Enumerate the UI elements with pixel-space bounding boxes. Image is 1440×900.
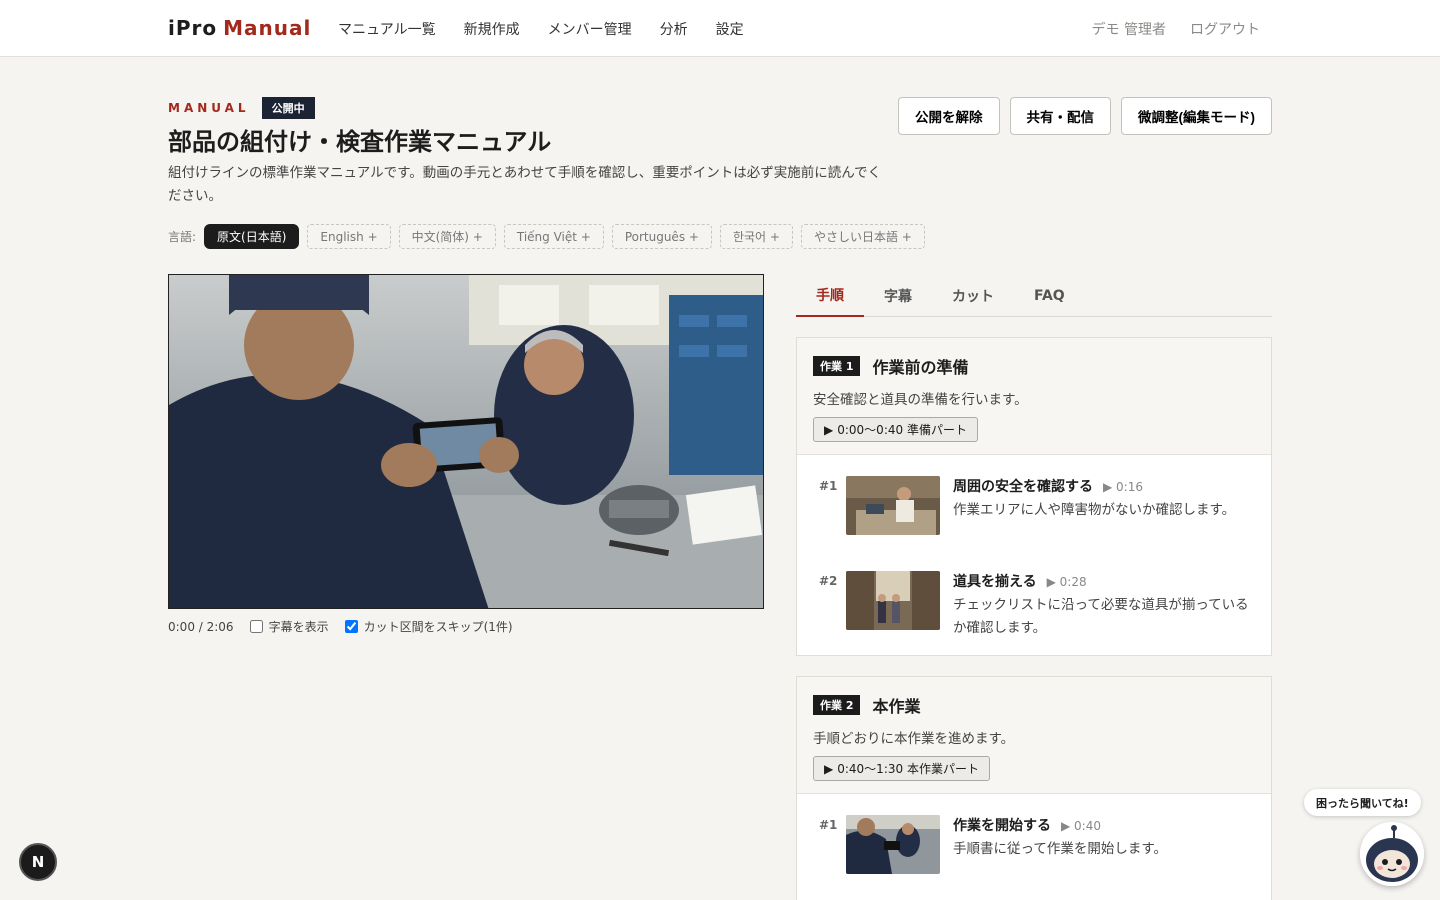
task-badge: 作業 2 — [813, 695, 861, 715]
skip-cut-checkbox[interactable] — [344, 620, 358, 633]
task-description: 手順どおりに本作業を進めます。 — [813, 731, 1015, 747]
video-frame-image — [169, 275, 763, 608]
eyebrow-label: MANUAL — [168, 101, 250, 115]
part-label: 0:00〜0:40 準備パート — [837, 423, 967, 437]
nav-settings[interactable]: 設定 — [716, 19, 744, 39]
dev-indicator[interactable]: N — [19, 843, 57, 881]
eyebrow: MANUAL 公開中 — [168, 97, 315, 119]
skip-cut-label: カット区間をスキップ(1件) — [363, 620, 513, 634]
task-name: 本作業 — [872, 697, 921, 716]
step-timestamp[interactable]: ▶ 0:40 — [1061, 819, 1101, 833]
nav-analytics[interactable]: 分析 — [660, 19, 688, 39]
status-badge: 公開中 — [261, 97, 315, 119]
lang-easy-japanese[interactable]: やさしい日本語 + — [800, 224, 925, 249]
step-thumbnail[interactable] — [846, 476, 940, 535]
play-part-button[interactable]: ▶ 0:00〜0:40 準備パート — [813, 417, 978, 442]
language-label: 言語: — [168, 230, 197, 244]
unpublish-button[interactable]: 公開を解除 — [898, 97, 1000, 135]
task-section-header: 作業 1 作業前の準備 安全確認と道具の準備を行います。 ▶ 0:00〜0:40… — [797, 338, 1271, 455]
lang-vietnamese[interactable]: Tiếng Việt + — [503, 224, 604, 249]
subtitle-toggle[interactable]: 字幕を表示 — [249, 618, 329, 635]
step-thumbnail[interactable] — [846, 815, 940, 874]
video-controls: 0:00 / 2:06 字幕を表示 カット区間をスキップ(1件) — [168, 618, 513, 635]
logo[interactable]: iPro Manual — [168, 16, 311, 40]
logo-text-accent: Manual — [223, 16, 312, 40]
action-buttons: 公開を解除 共有・配信 微調整(編集モード) — [898, 97, 1272, 135]
tab-subtitles[interactable]: 字幕 — [864, 274, 932, 317]
logout-link[interactable]: ログアウト — [1190, 19, 1260, 39]
play-icon: ▶ — [1061, 819, 1075, 833]
step-title: 作業を開始する — [953, 818, 1051, 834]
part-label: 0:40〜1:30 本作業パート — [837, 762, 979, 776]
step-timestamp[interactable]: ▶ 0:16 — [1103, 480, 1143, 494]
step-number: #1 — [819, 818, 838, 832]
page-description: 組付けラインの標準作業マニュアルです。動画の手元とあわせて手順を確認し、重要ポイ… — [168, 165, 882, 204]
step-timestamp[interactable]: ▶ 0:28 — [1047, 575, 1087, 589]
step-description: 作業エリアに人や障害物がないか確認します。 — [953, 502, 1236, 518]
video-player[interactable] — [168, 274, 764, 609]
play-icon: ▶ — [1103, 480, 1117, 494]
play-part-button[interactable]: ▶ 0:40〜1:30 本作業パート — [813, 756, 990, 781]
robot-icon — [1360, 822, 1424, 886]
step-description: 手順書に従って作業を開始します。 — [953, 841, 1167, 857]
step-time: 0:40 — [1074, 819, 1101, 833]
task-section: 作業 2 本作業 手順どおりに本作業を進めます。 ▶ 0:40〜1:30 本作業… — [796, 676, 1272, 900]
user-nav: デモ 管理者 ログアウト — [1092, 19, 1260, 39]
tab-cuts[interactable]: カット — [932, 274, 1014, 317]
task-name: 作業前の準備 — [872, 358, 969, 377]
content-tabs: 手順 字幕 カット FAQ — [796, 274, 1272, 317]
share-button[interactable]: 共有・配信 — [1009, 97, 1111, 135]
step-time: 0:28 — [1059, 575, 1087, 589]
lang-portuguese[interactable]: Português + — [611, 224, 712, 249]
step-item[interactable]: #2 道具を揃える ▶ 0:28 チェックリストに沿って必要な道具が揃っているか… — [797, 550, 1271, 645]
subtitle-checkbox[interactable] — [249, 620, 263, 633]
step-number: #2 — [819, 574, 838, 588]
lang-original[interactable]: 原文(日本語) — [204, 224, 300, 249]
language-selector: 言語: 原文(日本語) English + 中文(简体) + Tiếng Việ… — [168, 224, 925, 249]
step-item[interactable]: #1 周囲の安全を確認する ▶ 0:16 作業エリアに人や障害物がないか確認しま… — [797, 455, 1271, 550]
task-badge: 作業 1 — [813, 356, 861, 376]
subtitle-label: 字幕を表示 — [268, 620, 329, 634]
nav-manual-list[interactable]: マニュアル一覧 — [338, 19, 436, 39]
step-title: 周囲の安全を確認する — [953, 479, 1093, 495]
task-section: 作業 1 作業前の準備 安全確認と道具の準備を行います。 ▶ 0:00〜0:40… — [796, 337, 1272, 656]
logo-text: iPro — [168, 16, 218, 40]
play-icon: ▶ — [1046, 575, 1060, 589]
nav-members[interactable]: メンバー管理 — [548, 19, 632, 39]
step-item[interactable]: #1 作業を開始する ▶ 0:40 手順書に従って作業を開始します。 — [797, 794, 1271, 889]
top-bar: iPro Manual マニュアル一覧 新規作成 メンバー管理 分析 設定 デモ … — [0, 0, 1440, 57]
task-section-header: 作業 2 本作業 手順どおりに本作業を進めます。 ▶ 0:40〜1:30 本作業… — [797, 677, 1271, 794]
step-thumbnail[interactable] — [846, 571, 940, 630]
page-title: 部品の組付け・検査作業マニュアル — [168, 128, 552, 156]
step-title: 道具を揃える — [953, 574, 1037, 590]
skip-cut-toggle[interactable]: カット区間をスキップ(1件) — [344, 618, 513, 635]
help-bubble[interactable]: 困ったら聞いてね! — [1304, 789, 1421, 816]
video-time: 0:00 / 2:06 — [168, 619, 234, 634]
help-bot-avatar[interactable] — [1360, 822, 1424, 886]
tab-faq[interactable]: FAQ — [1014, 274, 1085, 317]
play-icon: ▶ — [824, 422, 834, 437]
step-time: 0:16 — [1116, 480, 1143, 494]
edit-mode-button[interactable]: 微調整(編集モード) — [1121, 97, 1272, 135]
lang-korean[interactable]: 한국어 + — [719, 224, 793, 249]
nav-new[interactable]: 新規作成 — [464, 19, 520, 39]
main-nav: マニュアル一覧 新規作成 メンバー管理 分析 設定 — [338, 19, 744, 39]
lang-chinese[interactable]: 中文(简体) + — [398, 224, 496, 249]
play-icon: ▶ — [824, 761, 834, 776]
user-name[interactable]: デモ 管理者 — [1092, 19, 1166, 39]
lang-english[interactable]: English + — [307, 224, 391, 249]
step-number: #1 — [819, 479, 838, 493]
step-description: チェックリストに沿って必要な道具が揃っているか確認します。 — [953, 597, 1249, 636]
task-description: 安全確認と道具の準備を行います。 — [813, 392, 1028, 408]
tab-steps[interactable]: 手順 — [796, 274, 864, 317]
